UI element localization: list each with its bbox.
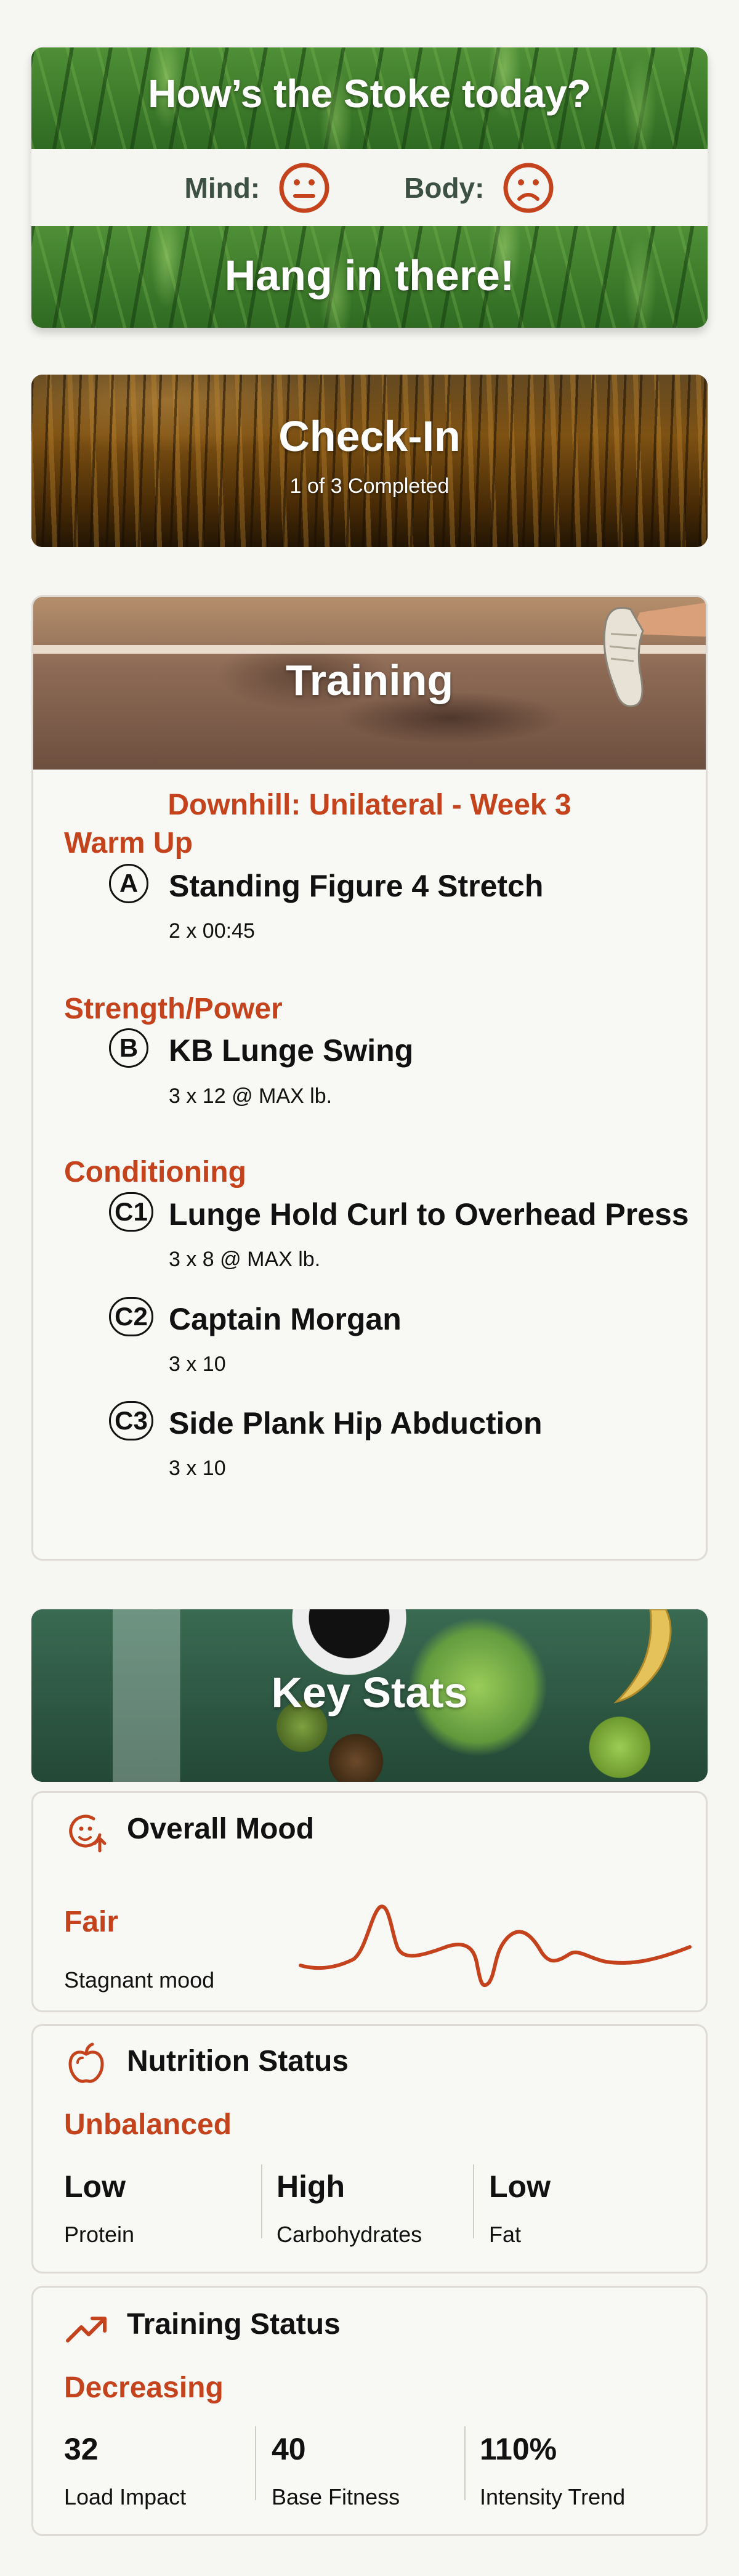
exercise-detail: 3 x 10 bbox=[169, 1457, 226, 1480]
metric-label: Fat bbox=[489, 2222, 522, 2247]
exercise-marker-c2: C2 bbox=[109, 1297, 153, 1336]
training-card[interactable]: Training Downhill: Unilateral - Week 3 W… bbox=[31, 595, 708, 1561]
stoke-message: Hang in there! bbox=[224, 251, 515, 299]
exercise-detail: 3 x 12 @ MAX lb. bbox=[169, 1084, 333, 1108]
divider bbox=[255, 2426, 256, 2500]
training-status-card[interactable]: Training Status Decreasing 32 Load Impac… bbox=[31, 2286, 708, 2536]
training-status-value: Decreasing bbox=[64, 2371, 224, 2404]
overall-mood-card[interactable]: Overall Mood Fair Stagnant mood bbox=[31, 1791, 708, 2012]
section-strength-power: Strength/Power bbox=[64, 993, 283, 1025]
exercise-name[interactable]: Lunge Hold Curl to Overhead Press bbox=[169, 1197, 689, 1232]
exercise-marker-c1: C1 bbox=[109, 1192, 153, 1232]
forest-image bbox=[31, 375, 708, 547]
key-stats-card: Key Stats bbox=[31, 1609, 708, 1782]
exercise-name[interactable]: Standing Figure 4 Stretch bbox=[169, 868, 543, 904]
mood-band: Mind: Body: bbox=[31, 149, 708, 226]
section-conditioning: Conditioning bbox=[64, 1156, 246, 1188]
exercise-name[interactable]: KB Lunge Swing bbox=[169, 1033, 413, 1068]
exercise-marker-c3: C3 bbox=[109, 1401, 153, 1440]
exercise-name[interactable]: Side Plank Hip Abduction bbox=[169, 1405, 543, 1441]
sad-face-icon[interactable] bbox=[503, 162, 554, 214]
metric-value: 40 bbox=[272, 2432, 306, 2466]
metric-value: Low bbox=[64, 2169, 126, 2204]
stoke-title: How’s the Stoke today? bbox=[148, 71, 591, 116]
metric-label: Protein bbox=[64, 2222, 135, 2247]
apple-icon bbox=[68, 2042, 104, 2083]
overall-mood-title: Overall Mood bbox=[127, 1813, 315, 1845]
mind-mood[interactable]: Mind: bbox=[185, 162, 331, 214]
mood-trend-line bbox=[299, 1904, 692, 1988]
training-title: Training bbox=[285, 656, 454, 704]
divider bbox=[473, 2164, 474, 2238]
metric-load-impact: 32 Load Impact bbox=[64, 2431, 186, 2510]
workout-title[interactable]: Downhill: Unilateral - Week 3 bbox=[33, 788, 706, 822]
nutrition-status-card[interactable]: Nutrition Status Unbalanced Low Protein … bbox=[31, 2024, 708, 2273]
mind-label: Mind: bbox=[184, 171, 260, 204]
nutrition-status-title: Nutrition Status bbox=[127, 2045, 349, 2078]
trending-up-icon bbox=[66, 2317, 107, 2342]
nutrition-status-value: Unbalanced bbox=[64, 2108, 232, 2141]
metric-label: Base Fitness bbox=[272, 2484, 400, 2509]
checkin-progress: 1 of 3 Completed bbox=[289, 474, 450, 498]
metric-value: Low bbox=[489, 2169, 551, 2204]
stoke-card: How’s the Stoke today? Mind: Body: Hang … bbox=[31, 47, 708, 328]
metric-intensity-trend: 110% Intensity Trend bbox=[480, 2431, 625, 2510]
exercise-detail: 2 x 00:45 bbox=[169, 919, 255, 943]
metric-fat: Low Fat bbox=[489, 2169, 551, 2248]
key-stats-title: Key Stats bbox=[271, 1668, 468, 1717]
metric-label: Intensity Trend bbox=[480, 2484, 626, 2509]
exercise-marker-b: B bbox=[109, 1028, 148, 1068]
metric-base-fitness: 40 Base Fitness bbox=[272, 2431, 400, 2510]
smile-trend-icon bbox=[69, 1814, 107, 1853]
metric-value: 110% bbox=[480, 2432, 557, 2466]
exercise-detail: 3 x 10 bbox=[169, 1352, 226, 1376]
metric-protein: Low Protein bbox=[64, 2169, 134, 2248]
checkin-card[interactable]: Check-In 1 of 3 Completed bbox=[31, 375, 708, 547]
body-label: Body: bbox=[404, 171, 485, 204]
overall-mood-status: Fair bbox=[64, 1906, 119, 1938]
neutral-face-icon[interactable] bbox=[278, 162, 330, 214]
divider bbox=[464, 2426, 466, 2500]
metric-value: 32 bbox=[64, 2432, 99, 2466]
exercise-detail: 3 x 8 @ MAX lb. bbox=[169, 1248, 321, 1271]
body-mood[interactable]: Body: bbox=[404, 162, 554, 214]
section-warm-up: Warm Up bbox=[64, 827, 193, 859]
overall-mood-caption: Stagnant mood bbox=[64, 1967, 215, 1993]
exercise-marker-a: A bbox=[109, 864, 148, 903]
metric-label: Carbohydrates bbox=[277, 2222, 422, 2247]
metric-carbohydrates: High Carbohydrates bbox=[277, 2169, 422, 2248]
checkin-title: Check-In bbox=[278, 412, 461, 460]
exercise-name[interactable]: Captain Morgan bbox=[169, 1301, 402, 1337]
metric-value: High bbox=[277, 2169, 345, 2204]
divider bbox=[261, 2164, 262, 2238]
metric-label: Load Impact bbox=[64, 2484, 187, 2509]
training-status-title: Training Status bbox=[127, 2308, 341, 2341]
